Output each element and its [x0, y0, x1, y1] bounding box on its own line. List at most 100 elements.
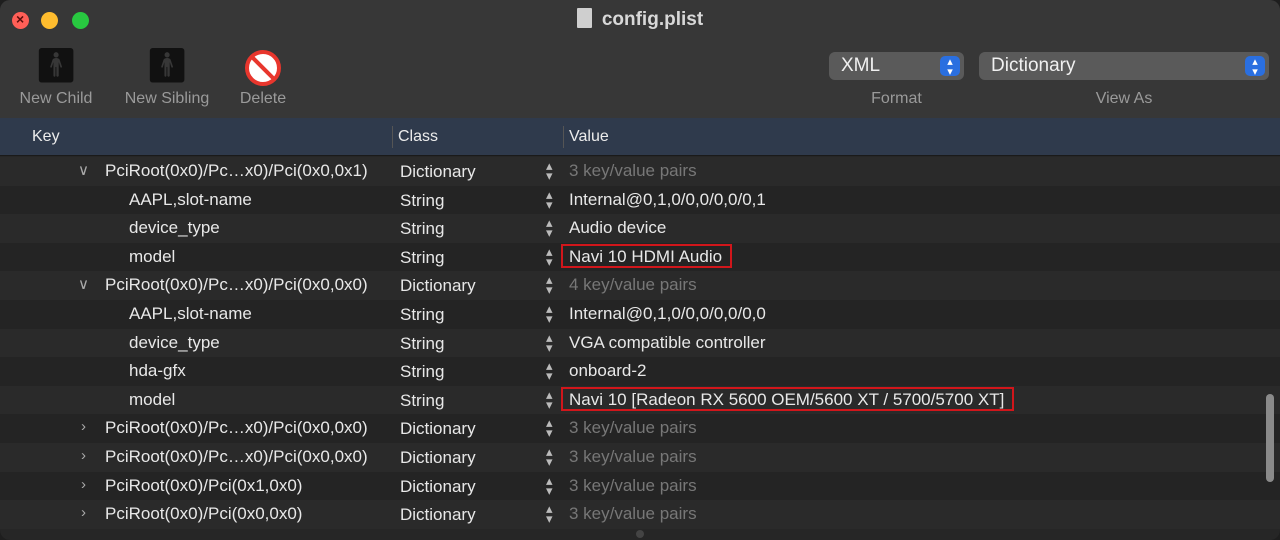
chevron-right-icon[interactable]: › — [81, 476, 86, 493]
titlebar: config.plist 🚹︎ New Child 🚹︎ New Sibling… — [0, 0, 1280, 119]
row-value[interactable]: 3 key/value pairs — [569, 504, 697, 524]
row-key[interactable]: PciRoot(0x0)/Pc…x0)/Pci(0x0,0x0) — [105, 275, 368, 295]
vertical-scrollbar-thumb[interactable] — [1266, 394, 1274, 482]
table-row[interactable]: ∨ PciRoot(0x0)/Pc…x0)/Pci(0x0,0x1) Diction… — [0, 157, 1280, 186]
row-value[interactable]: Internal@0,1,0/0,0/0,0/0,0 — [569, 304, 766, 324]
table-row[interactable]: › PciRoot(0x0)/Pc…x0)/Pci(0x0,0x0) Diction… — [0, 414, 1280, 443]
plist-outline: ∨ PciRoot(0x0)/Pc…x0)/Pci(0x0,0x1) Diction… — [0, 157, 1280, 529]
row-value[interactable]: Audio device — [569, 218, 666, 238]
class-stepper-icon[interactable]: ▴ ▾ — [546, 159, 553, 182]
view-as-select-value: Dictionary — [991, 55, 1076, 76]
column-header: Key Class Value — [0, 118, 1280, 156]
table-row[interactable]: › PciRoot(0x0)/Pci(0x1,0x0) Dictionary ▴ ▾ 3 … — [0, 471, 1280, 501]
new-child-button[interactable]: 🚹︎ New Child — [14, 44, 98, 108]
row-class[interactable]: Dictionary — [400, 477, 476, 497]
row-class[interactable]: Dictionary — [400, 162, 476, 182]
row-value[interactable]: 3 key/value pairs — [569, 447, 697, 467]
row-key[interactable]: PciRoot(0x0)/Pci(0x1,0x0) — [105, 476, 302, 496]
format-select-value: XML — [841, 55, 881, 76]
new-sibling-label: New Sibling — [124, 90, 210, 107]
new-sibling-button[interactable]: 🚹︎ New Sibling — [118, 44, 216, 108]
row-value[interactable]: VGA compatible controller — [569, 333, 766, 353]
row-key[interactable]: PciRoot(0x0)/Pc…x0)/Pci(0x0,0x0) — [105, 418, 368, 438]
document-icon — [576, 8, 592, 28]
annotation-highlight-box — [561, 386, 1015, 411]
column-header-class[interactable]: Class — [398, 118, 438, 155]
row-key[interactable]: PciRoot(0x0)/Pc…x0)/Pci(0x0,0x1) — [105, 161, 368, 181]
class-stepper-icon[interactable]: ▴ ▾ — [546, 331, 553, 354]
new-child-icon: 🚹︎ — [34, 47, 78, 85]
table-row[interactable]: hda-gfx String ▴ ▾ onboard-2 — [0, 357, 1280, 386]
row-key[interactable]: model — [129, 390, 175, 410]
column-divider[interactable] — [563, 126, 564, 148]
resize-handle[interactable] — [636, 530, 644, 538]
table-row[interactable]: › PciRoot(0x0)/Pc…x0)/Pci(0x0,0x0) Diction… — [0, 442, 1280, 472]
row-class[interactable]: String — [400, 334, 444, 354]
new-child-label: New Child — [19, 90, 93, 107]
class-stepper-icon[interactable]: ▴ ▾ — [546, 188, 553, 211]
class-stepper-icon[interactable]: ▴ ▾ — [546, 416, 553, 439]
row-class[interactable]: String — [400, 305, 444, 325]
format-label: Format — [871, 90, 922, 107]
row-key[interactable]: AAPL,slot-name — [129, 304, 252, 324]
class-stepper-icon[interactable]: ▴ ▾ — [546, 302, 553, 325]
chevron-right-icon[interactable]: › — [81, 418, 86, 435]
class-stepper-icon[interactable]: ▴ ▾ — [546, 502, 553, 525]
class-stepper-icon[interactable]: ▴ ▾ — [546, 388, 553, 411]
annotation-highlight-box — [561, 243, 733, 268]
class-stepper-icon[interactable]: ▴ ▾ — [546, 359, 553, 382]
table-row[interactable]: ∨ PciRoot(0x0)/Pc…x0)/Pci(0x0,0x0) Diction… — [0, 271, 1280, 300]
table-row[interactable]: AAPL,slot-name String ▴ ▾ Internal@0,1,0/0,0… — [0, 299, 1280, 329]
row-value[interactable]: Internal@0,1,0/0,0/0,0/0,1 — [569, 190, 766, 210]
row-value[interactable]: 3 key/value pairs — [569, 161, 697, 181]
row-class[interactable]: Dictionary — [400, 448, 476, 468]
row-class[interactable]: String — [400, 191, 444, 211]
window-title-text: config.plist — [601, 9, 704, 30]
row-class[interactable]: String — [400, 362, 444, 382]
table-row[interactable]: model String ▴ ▾ Navi 10 [Radeon RX 5600 OEM… — [0, 385, 1280, 415]
delete-label: Delete — [239, 90, 287, 107]
row-value[interactable]: 4 key/value pairs — [569, 275, 697, 295]
chevron-right-icon[interactable]: › — [81, 504, 86, 521]
row-key[interactable]: PciRoot(0x0)/Pc…x0)/Pci(0x0,0x0) — [105, 447, 368, 467]
row-class[interactable]: String — [400, 248, 444, 268]
class-stepper-icon[interactable]: ▴ ▾ — [546, 216, 553, 239]
view-as-label: View As — [1095, 90, 1153, 107]
row-key[interactable]: PciRoot(0x0)/Pci(0x0,0x0) — [105, 504, 302, 524]
table-row[interactable]: model String ▴ ▾ Navi 10 HDMI Audio — [0, 242, 1280, 272]
row-value[interactable]: 3 key/value pairs — [569, 476, 697, 496]
table-row[interactable]: › PciRoot(0x0)/Pci(0x0,0x0) Dictionary ▴ ▾ 3 … — [0, 500, 1280, 529]
window-title: config.plist — [0, 8, 1280, 31]
row-key[interactable]: AAPL,slot-name — [129, 190, 252, 210]
table-row[interactable]: AAPL,slot-name String ▴ ▾ Internal@0,1,0/0,0… — [0, 185, 1280, 215]
row-class[interactable]: String — [400, 219, 444, 239]
class-stepper-icon[interactable]: ▴ ▾ — [546, 245, 553, 268]
row-class[interactable]: String — [400, 391, 444, 411]
format-select[interactable]: XML ▴ ▾ — [829, 52, 964, 80]
row-key[interactable]: hda-gfx — [129, 361, 186, 381]
delete-icon — [232, 44, 294, 88]
column-header-key[interactable]: Key — [32, 118, 60, 155]
class-stepper-icon[interactable]: ▴ ▾ — [546, 474, 553, 497]
plist-editor-window: config.plist 🚹︎ New Child 🚹︎ New Sibling… — [0, 0, 1280, 540]
row-class[interactable]: Dictionary — [400, 276, 476, 296]
chevron-down-icon[interactable]: ∨ — [78, 275, 89, 293]
view-as-select[interactable]: Dictionary ▴ ▾ — [979, 52, 1269, 80]
class-stepper-icon[interactable]: ▴ ▾ — [546, 445, 553, 468]
row-key[interactable]: device_type — [129, 333, 220, 353]
row-class[interactable]: Dictionary — [400, 505, 476, 525]
delete-button[interactable]: Delete — [232, 44, 294, 108]
chevron-updown-icon: ▴ ▾ — [1245, 56, 1265, 78]
row-class[interactable]: Dictionary — [400, 419, 476, 439]
class-stepper-icon[interactable]: ▴ ▾ — [546, 273, 553, 296]
row-value[interactable]: 3 key/value pairs — [569, 418, 697, 438]
row-key[interactable]: device_type — [129, 218, 220, 238]
row-value[interactable]: onboard-2 — [569, 361, 647, 381]
chevron-right-icon[interactable]: › — [81, 447, 86, 464]
chevron-down-icon[interactable]: ∨ — [78, 161, 89, 179]
column-divider[interactable] — [392, 126, 393, 148]
column-header-value[interactable]: Value — [569, 118, 609, 155]
row-key[interactable]: model — [129, 247, 175, 267]
table-row[interactable]: device_type String ▴ ▾ Audio device — [0, 214, 1280, 243]
table-row[interactable]: device_type String ▴ ▾ VGA compatible contro… — [0, 328, 1280, 358]
